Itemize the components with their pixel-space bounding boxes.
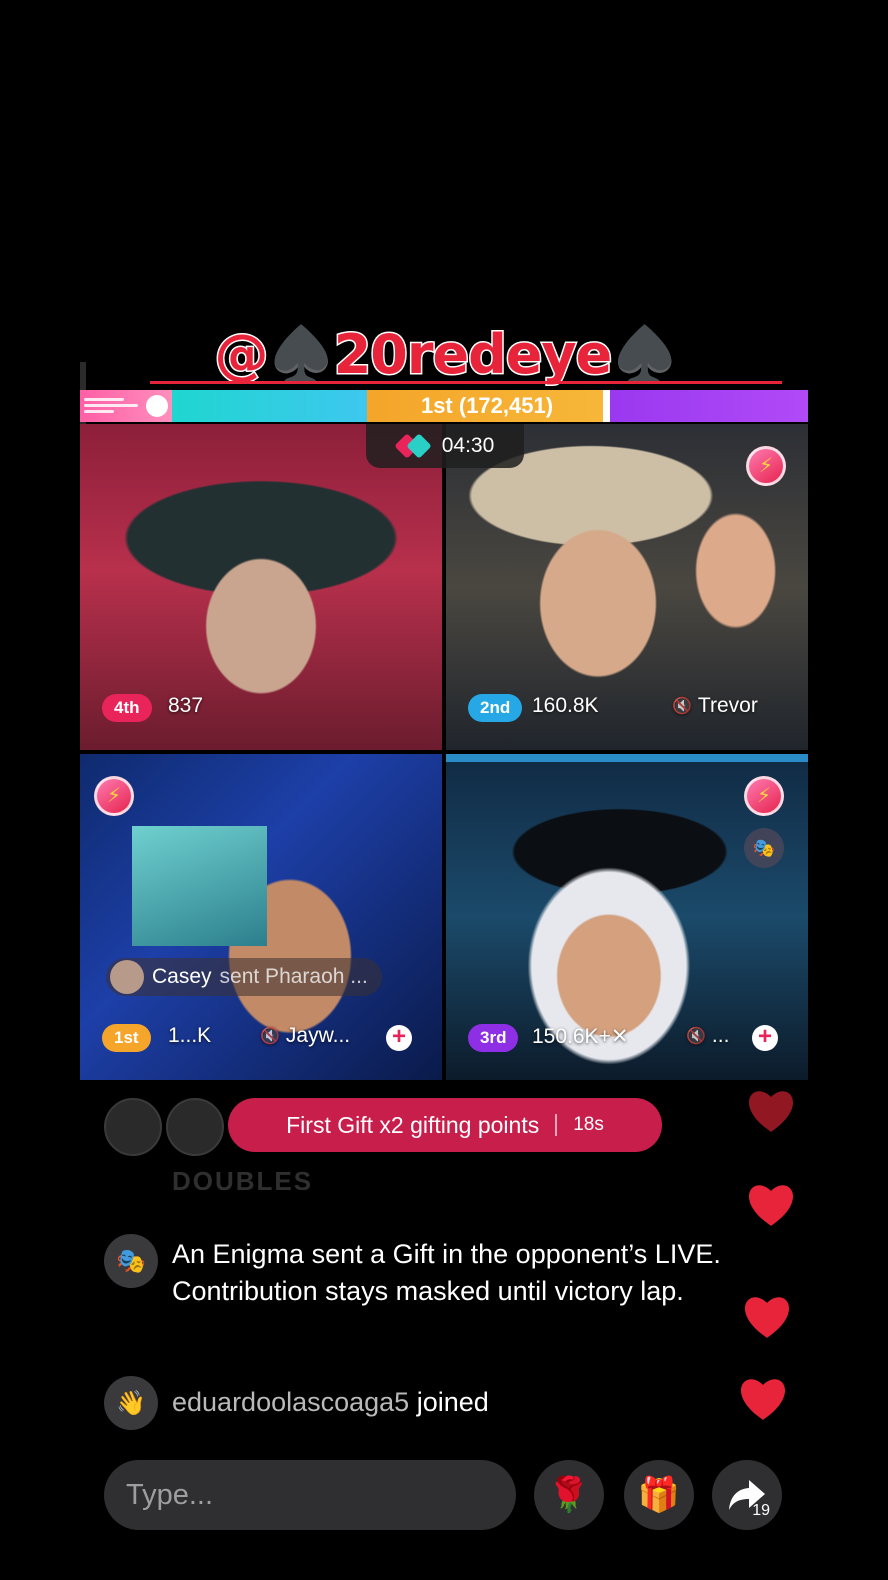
video-tile-4th[interactable]: 4th 837	[80, 424, 442, 750]
gift-button[interactable]: 🎁	[624, 1460, 694, 1530]
gift-user: Casey	[152, 965, 212, 988]
share-button[interactable]: 19	[712, 1460, 782, 1530]
participant-name-text: Trevor	[697, 694, 758, 717]
boost-icon: ⚡	[746, 446, 786, 486]
video-tile-3rd[interactable]: ⚡ 🎭 3rd 150.6K+✕ 🔇 ... +	[446, 754, 808, 1080]
score-segment-purple	[603, 390, 808, 422]
first-gift-banner[interactable]: First Gift x2 gifting points 18s	[228, 1098, 662, 1152]
boost-icon: ⚡	[744, 776, 784, 816]
title-underline	[150, 381, 782, 384]
follow-plus-button[interactable]: +	[386, 1025, 412, 1051]
avatar	[166, 1098, 224, 1156]
tile-score: 150.6K+✕	[532, 1025, 629, 1048]
video-tile-1st[interactable]: ⚡ Casey sent Pharaoh ... 1st 1...K 🔇 Jay…	[80, 754, 442, 1080]
chat-username[interactable]: eduardoolascoaga5	[172, 1387, 409, 1417]
stream-title-text: @♠️20redeye♠️	[213, 322, 680, 388]
speed-lines-icon	[84, 398, 144, 414]
tile-score: 1...K	[168, 1024, 212, 1047]
gift-icon: 🎁	[637, 1476, 681, 1514]
timer-text: 04:30	[441, 434, 495, 457]
chat-action: joined	[416, 1387, 489, 1417]
mask-icon: 🎭	[104, 1234, 158, 1288]
score-divider	[603, 390, 610, 422]
gift-notice: Casey sent Pharaoh ...	[106, 958, 382, 996]
chat-message-enigma: 🎭	[104, 1234, 158, 1288]
stream-title: @♠️20redeye♠️	[108, 322, 784, 388]
progress-knob-icon	[146, 395, 168, 417]
avatar	[110, 960, 144, 994]
first-gift-label: First Gift x2 gifting points	[286, 1111, 540, 1138]
boost-icon: ⚡	[94, 776, 134, 816]
participant-name[interactable]: 🔇 ...	[686, 1024, 729, 1048]
avatar	[104, 1098, 162, 1156]
chat-join-text: eduardoolascoaga5 joined	[172, 1384, 489, 1421]
mute-icon: 🔇	[260, 1028, 280, 1045]
rank-badge: 3rd	[468, 1024, 519, 1052]
tile-score: 160.8K	[532, 694, 599, 717]
score-segment-pink	[80, 390, 172, 422]
rose-icon: 🌹	[547, 1476, 591, 1514]
heart-icon	[744, 1297, 790, 1338]
score-segment-teal	[172, 390, 367, 422]
mask-icon: 🎭	[744, 828, 784, 868]
video-tile-2nd[interactable]: ⚡ 2nd 160.8K 🔇 Trevor	[446, 424, 808, 750]
battle-gloves-icon	[393, 433, 432, 459]
heart-icon	[748, 1185, 794, 1226]
score-segment-orange: 1st (172,451)	[367, 390, 607, 422]
battle-score-bar: 1st (172,451)	[80, 390, 808, 422]
gift-action: sent Pharaoh ...	[219, 965, 368, 988]
participant-name-text: ...	[711, 1024, 730, 1047]
mute-icon: 🔇	[686, 1028, 706, 1045]
share-count: 19	[752, 1502, 770, 1519]
chat-message-text: An Enigma sent a Gift in the opponent’s …	[172, 1239, 721, 1306]
countdown: 18s	[573, 1114, 604, 1135]
chat-message-join: 👋	[104, 1376, 158, 1430]
rank-badge: 1st	[102, 1024, 151, 1052]
rank-badge: 4th	[102, 694, 152, 722]
comment-placeholder: Type...	[126, 1478, 214, 1511]
heart-icon	[740, 1379, 786, 1420]
battle-timer: 04:30	[366, 424, 524, 468]
background-screen	[132, 826, 267, 946]
divider	[555, 1114, 558, 1136]
leader-score-label: 1st (172,451)	[420, 393, 554, 418]
participant-name[interactable]: 🔇 Jayw...	[260, 1024, 350, 1048]
rose-gift-button[interactable]: 🌹	[534, 1460, 604, 1530]
heart-icon	[748, 1091, 794, 1132]
comment-input[interactable]: Type...	[104, 1460, 516, 1530]
rank-badge: 2nd	[468, 694, 523, 722]
wave-icon: 👋	[104, 1376, 158, 1430]
tile-score: 837	[168, 694, 204, 717]
follow-plus-button[interactable]: +	[752, 1025, 778, 1051]
participant-name[interactable]: 🔇 Trevor	[672, 694, 758, 718]
faded-chat-text: DOUBLES	[172, 1166, 314, 1190]
mute-icon: 🔇	[672, 698, 692, 715]
neon-light	[446, 754, 808, 762]
participant-name-text: Jayw...	[285, 1024, 351, 1047]
